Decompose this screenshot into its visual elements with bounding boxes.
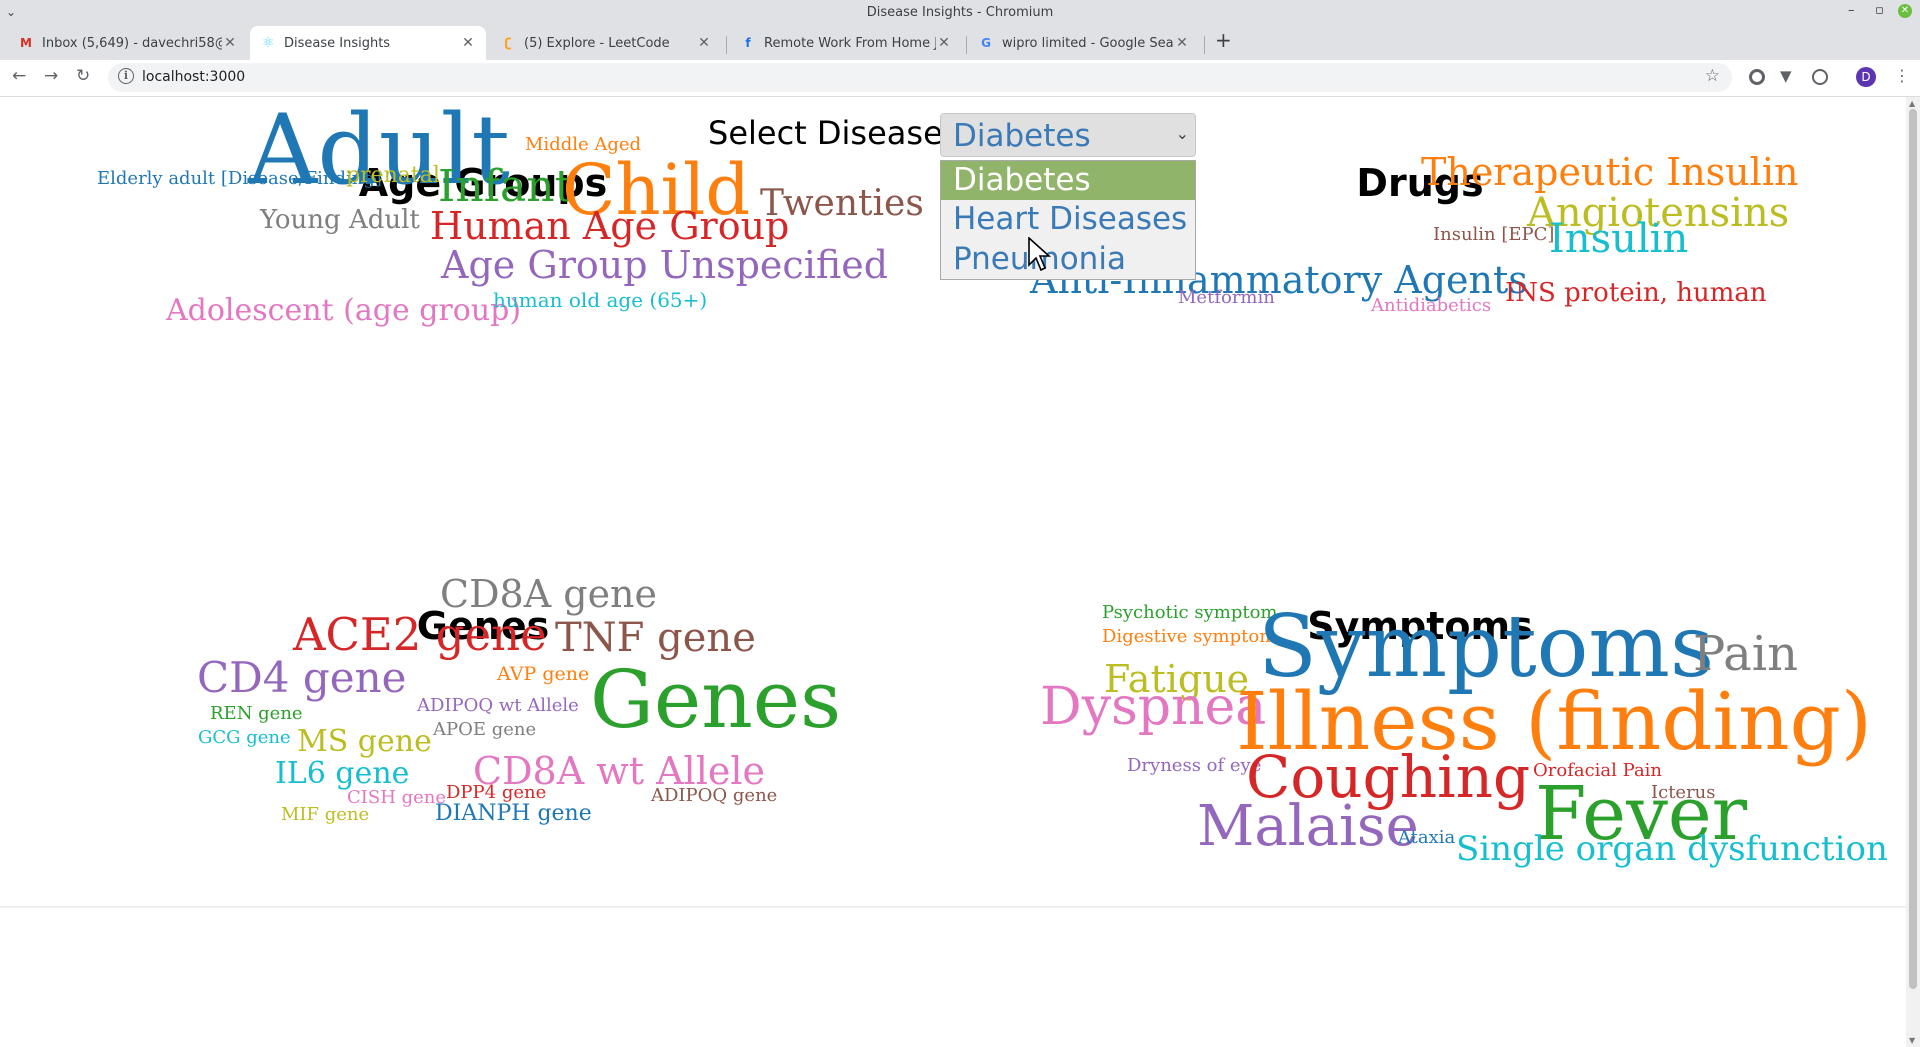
- cloud-word-genes: Genes: [590, 653, 842, 746]
- cloud-word-age-groups: Human Age Group: [430, 204, 790, 248]
- disease-dropdown-list: Diabetes Heart Diseases Pneumonia: [940, 160, 1196, 280]
- option-pneumonia[interactable]: Pneumonia: [941, 240, 1195, 279]
- tab-title: (5) Explore - LeetCode: [524, 35, 670, 51]
- cloud-word-drugs: Antidiabetics: [1371, 295, 1492, 316]
- cloud-word-age-groups: human old age (65+): [493, 288, 708, 312]
- close-tab-icon[interactable]: ✕: [936, 35, 952, 51]
- tab-title: Inbox (5,649) - davechri58@gm: [42, 35, 222, 51]
- tab-separator: [726, 36, 727, 54]
- close-tab-icon[interactable]: ✕: [460, 35, 476, 51]
- cloud-word-symptoms: Digestive symptom: [1102, 626, 1277, 647]
- option-heart-diseases[interactable]: Heart Diseases: [941, 200, 1195, 239]
- tab-separator: [1204, 36, 1205, 54]
- cloud-word-genes: MS gene: [297, 724, 432, 759]
- cloud-word-genes: DIANPH gene: [435, 801, 592, 826]
- cloud-word-age-groups: Elderly adult [Disease/Finding]: [97, 168, 382, 189]
- close-tab-icon[interactable]: ✕: [222, 35, 238, 51]
- extension-v-icon[interactable]: ▼: [1780, 67, 1796, 85]
- cloud-word-genes: ADIPOQ gene: [651, 785, 778, 806]
- cloud-word-age-groups: Infant: [438, 161, 573, 212]
- cloud-word-symptoms: Ataxia: [1398, 827, 1456, 848]
- cloud-word-genes: IL6 gene: [275, 756, 410, 791]
- cloud-word-drugs: Insulin [EPC]: [1433, 224, 1555, 245]
- cloud-word-symptoms: Pain: [1693, 626, 1799, 682]
- cloud-word-genes: ACE2 gene: [293, 608, 547, 661]
- scroll-thumb[interactable]: [1909, 109, 1917, 989]
- cloud-word-genes: REN gene: [210, 703, 303, 724]
- scroll-down-arrow-icon[interactable]: ▼: [1909, 1036, 1915, 1045]
- cloud-word-genes: ADIPOQ wt Allele: [417, 695, 579, 716]
- cloud-word-symptoms: Dryness of eye: [1127, 755, 1262, 776]
- address-bar[interactable]: i localhost:3000 ☆: [108, 63, 1732, 92]
- new-tab-plus-icon[interactable]: +: [1215, 28, 1232, 52]
- cloud-word-symptoms: Malaise: [1197, 794, 1419, 859]
- cloud-word-symptoms: Dyspnea: [1040, 677, 1267, 737]
- gmail-icon: M: [20, 36, 32, 50]
- close-window-icon[interactable]: ✕: [1898, 4, 1912, 18]
- site-info-icon[interactable]: i: [118, 68, 134, 84]
- cloud-word-age-groups: prenatal: [346, 163, 440, 188]
- divider: [0, 906, 1906, 908]
- google-icon: G: [981, 36, 991, 50]
- close-tab-icon[interactable]: ✕: [696, 35, 712, 51]
- browser-toolbar: ← → ↻ i localhost:3000 ☆ ▼ D ⋮: [0, 60, 1920, 97]
- cloud-word-drugs: INS protein, human: [1505, 278, 1767, 308]
- cloud-word-drugs: Therapeutic Insulin: [1421, 150, 1799, 194]
- mouse-pointer-icon: [1028, 237, 1052, 272]
- browser-menu-icon[interactable]: ⋮: [1894, 66, 1910, 85]
- cloud-word-genes: MIF gene: [281, 804, 370, 825]
- tab-title: Remote Work From Home Jo: [764, 35, 936, 51]
- scroll-up-arrow-icon[interactable]: ▲: [1909, 99, 1915, 108]
- profile-avatar[interactable]: D: [1856, 67, 1876, 87]
- extension-dots-icon[interactable]: [1812, 69, 1828, 85]
- cloud-word-age-groups: Adolescent (age group): [166, 293, 522, 328]
- tab-remote-work[interactable]: f Remote Work From Home Jo ✕: [730, 26, 962, 60]
- tab-title: wipro limited - Google Search: [1002, 35, 1174, 51]
- leetcode-icon: ʗ: [504, 36, 512, 50]
- cloud-word-genes: CD4 gene: [197, 653, 407, 702]
- tab-separator: [966, 36, 967, 54]
- restore-icon[interactable]: ▫: [1875, 3, 1884, 18]
- tab-google-search[interactable]: G wipro limited - Google Search ✕: [968, 26, 1200, 60]
- close-tab-icon[interactable]: ✕: [1174, 35, 1190, 51]
- cloud-word-genes: AVP gene: [497, 663, 590, 685]
- tab-strip: M Inbox (5,649) - davechri58@gm ✕ ⚛ Dise…: [0, 22, 1920, 60]
- minimize-icon[interactable]: –: [1848, 3, 1855, 18]
- cloud-word-drugs: Insulin: [1549, 216, 1689, 262]
- cloud-word-genes: TNF gene: [555, 615, 756, 661]
- cloud-word-symptoms: Psychotic symptom: [1102, 602, 1278, 623]
- cloud-word-genes: GCG gene: [198, 727, 291, 748]
- option-diabetes[interactable]: Diabetes: [941, 161, 1195, 200]
- cloud-word-drugs: Metformin: [1178, 287, 1275, 308]
- cloud-word-age-groups: Young Adult: [260, 205, 420, 235]
- flexjobs-icon: f: [745, 36, 751, 50]
- bookmark-star-icon[interactable]: ☆: [1705, 66, 1720, 86]
- react-icon: ⚛: [261, 35, 275, 51]
- cloud-word-age-groups: Age Group Unspecified: [441, 243, 889, 287]
- cloud-word-symptoms: Single organ dysfunction: [1456, 829, 1888, 869]
- reload-icon[interactable]: ↻: [76, 66, 90, 86]
- tab-title: Disease Insights: [284, 35, 391, 51]
- cloud-word-genes: APOE gene: [433, 719, 537, 740]
- tab-leetcode[interactable]: ʗ (5) Explore - LeetCode ✕: [490, 26, 722, 60]
- window-title: Disease Insights - Chromium: [866, 5, 1054, 20]
- page-viewport: Select Disease: Diabetes ⌄ Age Groups Dr…: [0, 97, 1906, 1047]
- page-scrollbar[interactable]: ▲ ▼: [1906, 97, 1920, 1047]
- tab-disease-insights[interactable]: ⚛ Disease Insights ✕: [250, 26, 486, 60]
- tab-inbox[interactable]: M Inbox (5,649) - davechri58@gm ✕: [8, 26, 248, 60]
- forward-arrow-icon[interactable]: →: [44, 66, 58, 86]
- cloud-word-genes: DPP4 gene: [446, 782, 547, 803]
- extension-circle-icon[interactable]: [1749, 69, 1765, 85]
- url-text: localhost:3000: [142, 69, 246, 85]
- back-arrow-icon[interactable]: ←: [12, 66, 26, 86]
